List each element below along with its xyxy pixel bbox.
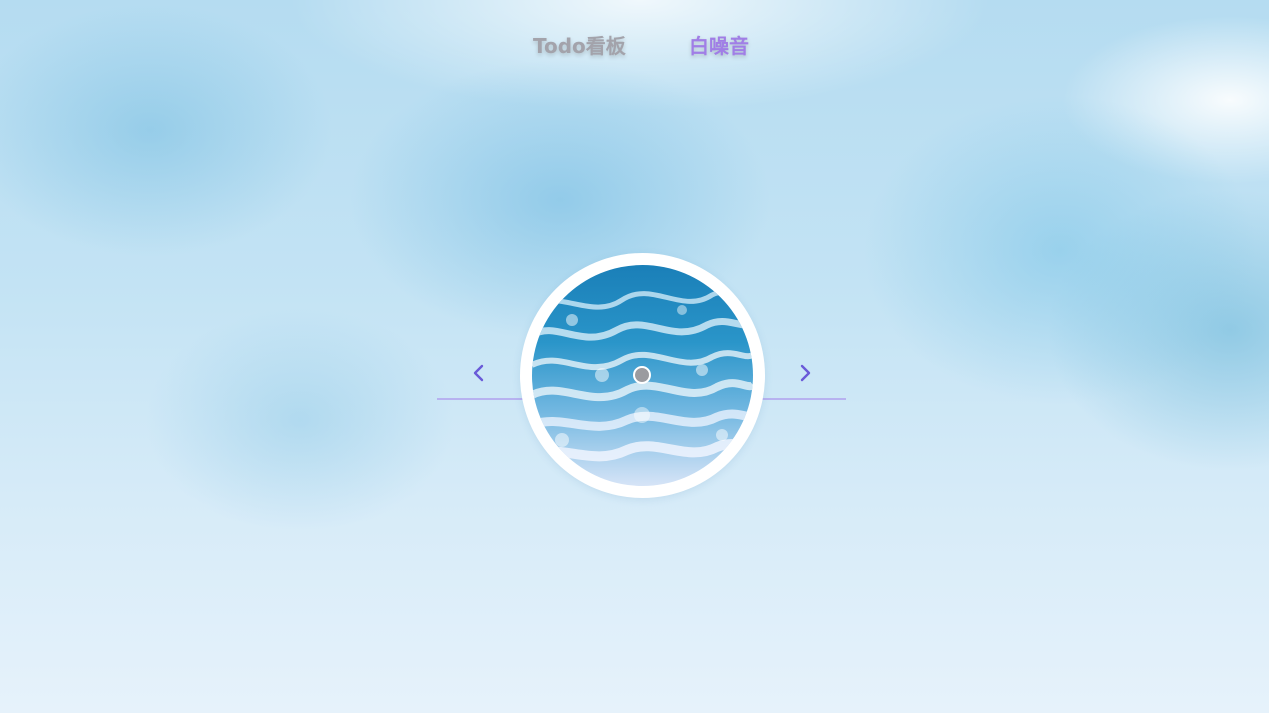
top-nav: Todo看板 白噪音 <box>0 30 1269 62</box>
prev-button[interactable] <box>468 361 490 385</box>
next-button[interactable] <box>794 361 816 385</box>
track-line-left <box>437 398 527 400</box>
chevron-left-icon <box>473 364 484 382</box>
chevron-right-icon <box>800 364 811 382</box>
tab-todo-board[interactable]: Todo看板 <box>533 30 626 62</box>
track-line-right <box>760 398 846 400</box>
tab-white-noise[interactable]: 白噪音 <box>689 30 749 62</box>
disc-center-dot <box>633 366 651 384</box>
